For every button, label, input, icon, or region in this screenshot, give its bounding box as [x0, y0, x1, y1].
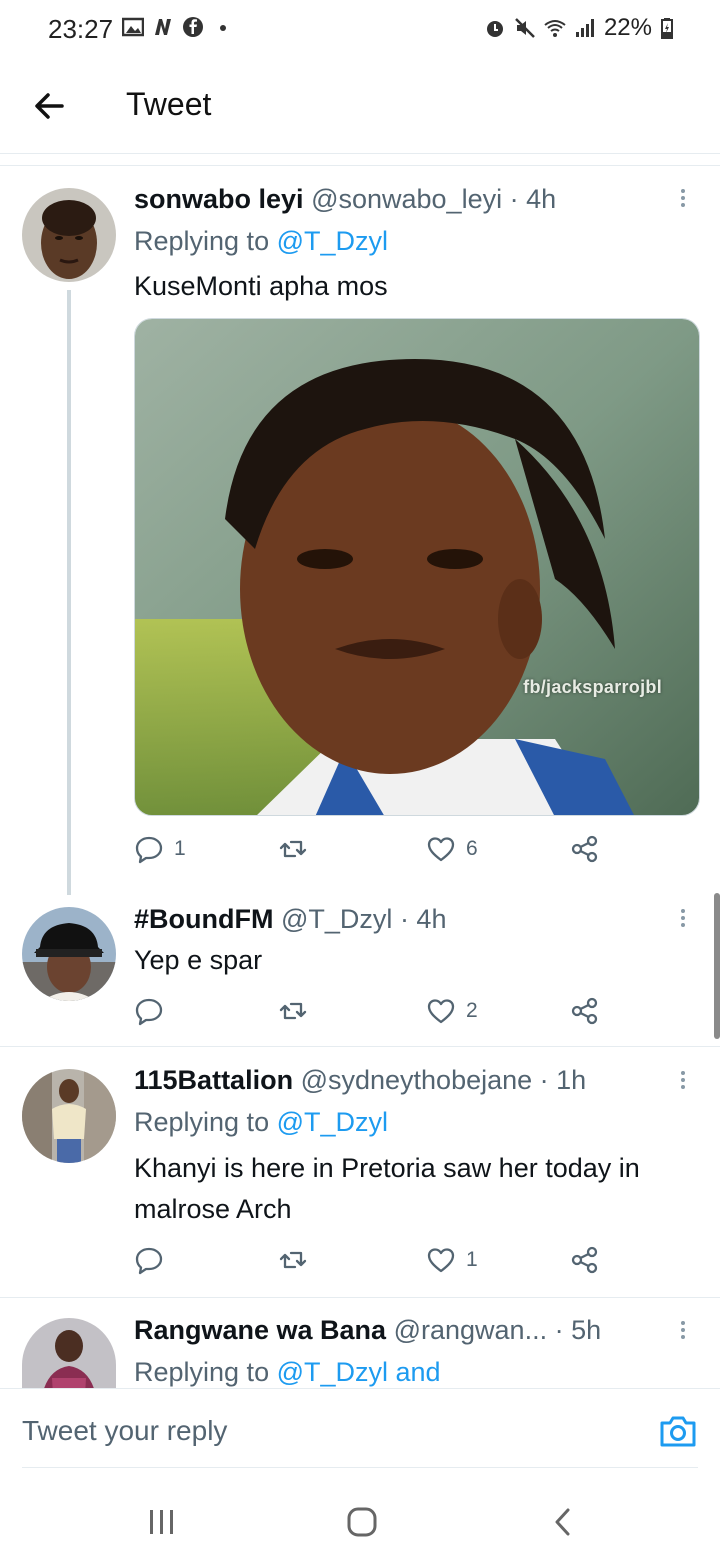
camera-icon[interactable] — [658, 1413, 698, 1449]
back-nav-icon[interactable] — [544, 1502, 584, 1542]
replying-to: Replying to @T_Dzyl and — [134, 1357, 441, 1388]
reply-tweet[interactable]: Rangwane wa Bana @rangwan... · 5h Replyi… — [0, 0, 720, 1388]
replying-to-link[interactable]: @T_Dzyl and — [277, 1357, 441, 1387]
avatar[interactable] — [22, 1318, 116, 1388]
reply-input[interactable]: Tweet your reply — [22, 1415, 227, 1447]
user-handle[interactable]: @rangwan... — [394, 1315, 547, 1345]
home-icon[interactable] — [342, 1502, 382, 1542]
display-name[interactable]: Rangwane wa Bana — [134, 1315, 386, 1345]
recent-apps-icon[interactable] — [142, 1502, 182, 1542]
tweet-time: · 5h — [554, 1315, 602, 1345]
replying-prefix: Replying to — [134, 1357, 277, 1387]
scrollbar[interactable] — [714, 893, 720, 1039]
tweet-header: Rangwane wa Bana @rangwan... · 5h — [134, 1315, 601, 1346]
reply-composer: Tweet your reply — [0, 1388, 720, 1469]
more-options-icon[interactable] — [678, 1318, 688, 1344]
system-nav-bar — [0, 1468, 720, 1560]
